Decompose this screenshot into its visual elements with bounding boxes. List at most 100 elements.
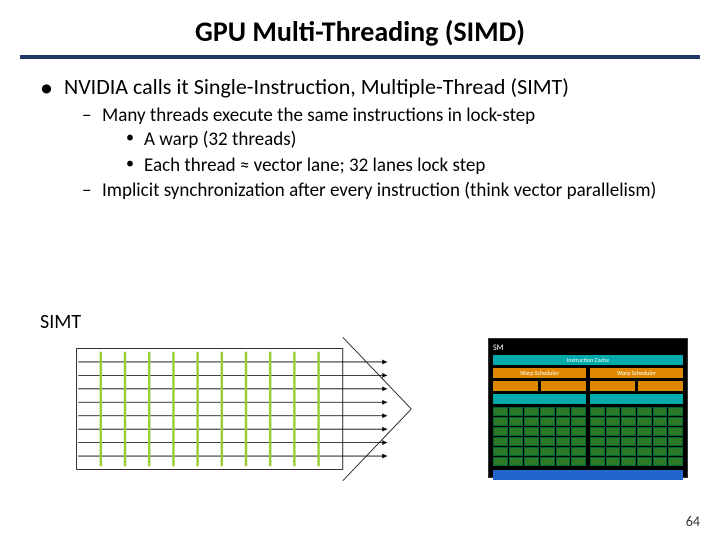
sm-core-cell xyxy=(540,407,555,416)
sm-title: SM xyxy=(493,343,683,353)
sm-core-cell xyxy=(668,427,683,436)
sm-core-cell xyxy=(524,457,539,466)
sm-core-cell xyxy=(653,417,668,426)
bullet-1-text: NVIDIA calls it Single-Instruction, Mult… xyxy=(64,73,569,100)
sm-core-cell xyxy=(540,427,555,436)
slide-title: GPU Multi-Threading (SIMD) xyxy=(26,14,694,49)
sm-core-cell xyxy=(524,417,539,426)
sm-core-row xyxy=(493,427,586,436)
sm-core-cell xyxy=(621,437,636,446)
sm-core-cell xyxy=(637,417,652,426)
sm-core-cell xyxy=(668,437,683,446)
sm-core-cell xyxy=(571,417,586,426)
sm-core-cell xyxy=(493,447,508,456)
sm-core-cell xyxy=(590,407,605,416)
sm-core-row xyxy=(590,437,683,446)
sm-cache-bar: Instruction Cache xyxy=(493,355,683,365)
sm-core-cell xyxy=(590,417,605,426)
sm-core-row xyxy=(493,437,586,446)
sm-disp-l2 xyxy=(541,381,586,391)
sm-core-cell xyxy=(571,437,586,446)
sm-core-cell xyxy=(509,417,524,426)
sm-core-cell xyxy=(621,407,636,416)
sm-core-cell xyxy=(571,427,586,436)
sm-columns: Warp Scheduler Warp Scheduler xyxy=(493,368,683,467)
sm-core-cell xyxy=(524,437,539,446)
sm-core-cell xyxy=(556,457,571,466)
sm-core-row xyxy=(590,417,683,426)
sm-core-cell xyxy=(524,407,539,416)
sm-core-cell xyxy=(668,457,683,466)
sm-core-cell xyxy=(606,437,621,446)
sm-core-cell xyxy=(637,437,652,446)
bullet-list-lvl1: NVIDIA calls it Single-Instruction, Mult… xyxy=(26,73,694,203)
bullet-list-lvl2: Many threads execute the same instructio… xyxy=(64,104,694,203)
sm-core-cell xyxy=(540,437,555,446)
sm-core-cell xyxy=(571,407,586,416)
sm-core-cell xyxy=(590,457,605,466)
sm-core-row xyxy=(493,457,586,466)
bullet-1-1-2: Each thread ≈ vector lane; 32 lanes lock… xyxy=(126,154,694,178)
sm-core-cell xyxy=(621,447,636,456)
sm-core-row xyxy=(493,407,586,416)
sm-core-cell xyxy=(524,447,539,456)
sm-col-left: Warp Scheduler xyxy=(493,368,586,467)
sm-core-cell xyxy=(540,457,555,466)
sm-core-cell xyxy=(606,417,621,426)
bullet-1-1-1: A warp (32 threads) xyxy=(126,128,694,152)
sm-reg-r xyxy=(590,394,683,404)
sm-disp-l1 xyxy=(493,381,538,391)
slide-root: GPU Multi-Threading (SIMD) NVIDIA calls … xyxy=(0,0,720,540)
sm-core-cell xyxy=(606,407,621,416)
sm-core-cell xyxy=(571,447,586,456)
sm-core-row xyxy=(590,447,683,456)
sm-core-cell xyxy=(668,447,683,456)
sm-core-cell xyxy=(509,427,524,436)
title-rule xyxy=(20,55,700,59)
sm-core-cell xyxy=(590,427,605,436)
sm-core-cell xyxy=(637,457,652,466)
sm-core-cell xyxy=(493,457,508,466)
sm-core-cell xyxy=(493,407,508,416)
sm-core-cell xyxy=(621,457,636,466)
sm-core-cell xyxy=(668,407,683,416)
sm-core-row xyxy=(590,457,683,466)
bullet-1: NVIDIA calls it Single-Instruction, Mult… xyxy=(40,73,694,203)
sm-core-cell xyxy=(653,427,668,436)
sm-bottom-bar xyxy=(493,470,683,480)
sm-core-cell xyxy=(668,417,683,426)
sm-core-cell xyxy=(493,417,508,426)
sm-sched-r: Warp Scheduler xyxy=(590,368,683,378)
sm-core-cell xyxy=(590,437,605,446)
sm-core-cell xyxy=(540,417,555,426)
sm-core-cell xyxy=(653,457,668,466)
sm-col-right: Warp Scheduler xyxy=(590,368,683,467)
sm-core-cell xyxy=(556,417,571,426)
simt-arrow-diagram xyxy=(36,334,456,484)
sm-core-cell xyxy=(637,447,652,456)
bullet-list-lvl3: A warp (32 threads) Each thread ≈ vector… xyxy=(102,128,694,178)
bullet-1-1-text: Many threads execute the same instructio… xyxy=(102,104,535,127)
sm-core-row xyxy=(590,407,683,416)
sm-core-cell xyxy=(509,457,524,466)
sm-core-cell xyxy=(606,457,621,466)
sm-core-cell xyxy=(509,437,524,446)
sm-core-cell xyxy=(653,407,668,416)
simt-label: SIMT xyxy=(40,310,81,334)
sm-core-cell xyxy=(637,427,652,436)
sm-reg-l xyxy=(493,394,586,404)
sm-core-cell xyxy=(637,407,652,416)
sm-core-cell xyxy=(606,447,621,456)
bullet-1-1: Many threads execute the same instructio… xyxy=(82,104,694,177)
sm-core-cell xyxy=(571,457,586,466)
sm-core-cell xyxy=(493,427,508,436)
sm-core-cell xyxy=(556,427,571,436)
sm-disp-r1 xyxy=(590,381,635,391)
sm-core-cell xyxy=(509,407,524,416)
sm-core-cell xyxy=(509,447,524,456)
page-number: 64 xyxy=(686,513,700,530)
sm-core-row xyxy=(493,447,586,456)
sm-core-cell xyxy=(556,407,571,416)
sm-core-cell xyxy=(621,427,636,436)
sm-core-cell xyxy=(653,447,668,456)
